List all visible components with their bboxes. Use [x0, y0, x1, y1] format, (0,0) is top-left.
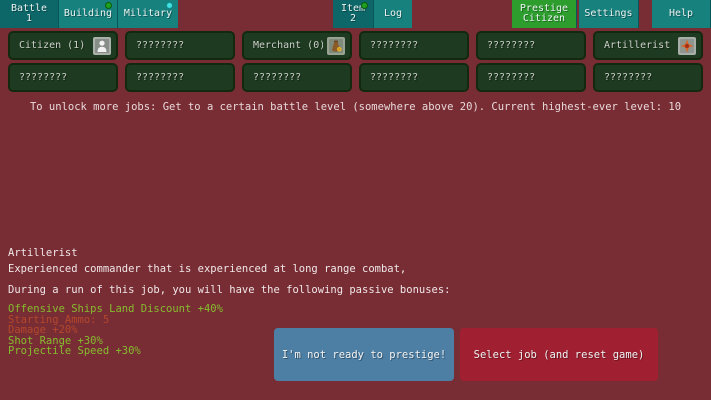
person-icon — [93, 37, 111, 55]
tab-building-label: Building — [64, 9, 112, 19]
job-button-locked[interactable]: ???????? — [242, 63, 352, 92]
job-button-locked[interactable]: ???????? — [359, 31, 469, 60]
job-label: ???????? — [370, 40, 462, 51]
artillery-shell-icon — [678, 37, 696, 55]
job-button-artillerist[interactable]: Artillerist (0) — [593, 31, 703, 60]
job-detail-name: Artillerist — [8, 247, 451, 260]
job-button-locked[interactable]: ???????? — [8, 63, 118, 92]
moneybag-icon — [327, 37, 345, 55]
cancel-prestige-button[interactable]: I'm not ready to prestige! — [274, 328, 454, 381]
tab-help[interactable]: Help — [652, 0, 711, 28]
tab-settings-label: Settings — [584, 9, 632, 19]
job-label: Merchant (0) — [253, 40, 323, 51]
tab-building[interactable]: Building — [59, 0, 118, 28]
tab-item[interactable]: Item 2 — [333, 0, 374, 28]
job-button-locked[interactable]: ???????? — [125, 63, 235, 92]
tab-help-label: Help — [669, 9, 693, 19]
select-job-button[interactable]: Select job (and reset game) — [460, 328, 658, 381]
tab-military-label: Military — [124, 9, 172, 19]
job-button-locked[interactable]: ???????? — [125, 31, 235, 60]
job-button-locked[interactable]: ???????? — [593, 63, 703, 92]
notification-dot-icon — [105, 2, 112, 9]
job-button-citizen[interactable]: Citizen (1) — [8, 31, 118, 60]
tab-settings[interactable]: Settings — [579, 0, 639, 28]
job-label: ???????? — [19, 72, 111, 83]
job-label: ???????? — [136, 40, 228, 51]
main-tab-group: Battle 1 Building Military — [0, 0, 178, 28]
job-label: ???????? — [253, 72, 345, 83]
job-row-2: ???????? ???????? ???????? ???????? ????… — [0, 63, 711, 92]
job-button-merchant[interactable]: Merchant (0) — [242, 31, 352, 60]
job-label: Artillerist (0) — [604, 40, 674, 51]
job-button-locked[interactable]: ???????? — [476, 31, 586, 60]
tab-log-label: Log — [384, 9, 402, 19]
job-label: Citizen (1) — [19, 40, 89, 51]
job-detail-bonuses-intro: During a run of this job, you will have … — [8, 284, 451, 297]
job-label: ???????? — [604, 72, 696, 83]
unlock-hint-text: To unlock more jobs: Get to a certain ba… — [0, 101, 711, 113]
notification-dot-icon — [361, 2, 368, 9]
tab-battle[interactable]: Battle 1 — [0, 0, 59, 28]
tab-log[interactable]: Log — [374, 0, 412, 28]
tab-prestige-citizen-label: Prestige Citizen — [520, 4, 568, 24]
prestige-screen: Battle 1 Building Military Item 2 Log Pr… — [0, 0, 711, 400]
notification-dot-icon — [166, 2, 173, 9]
tab-military[interactable]: Military — [118, 0, 178, 28]
tab-battle-label: Battle 1 — [11, 4, 47, 24]
job-button-locked[interactable]: ???????? — [359, 63, 469, 92]
job-button-locked[interactable]: ???????? — [476, 63, 586, 92]
job-label: ???????? — [136, 72, 228, 83]
job-row-1: Citizen (1) ???????? Merchant (0) — [0, 31, 711, 60]
bonus-line: Offensive Ships Land Discount +40% — [8, 304, 451, 315]
secondary-tab-group: Item 2 Log — [333, 0, 412, 28]
job-detail-description: Experienced commander that is experience… — [8, 263, 451, 276]
job-label: ???????? — [487, 72, 579, 83]
job-label: ???????? — [370, 72, 462, 83]
tab-prestige-citizen[interactable]: Prestige Citizen — [512, 0, 577, 28]
job-label: ???????? — [487, 40, 579, 51]
